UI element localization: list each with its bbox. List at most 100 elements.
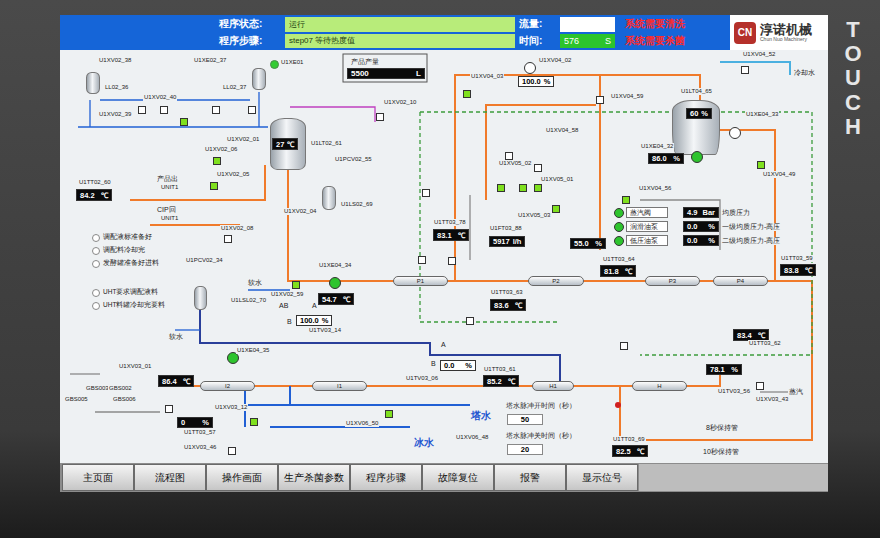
tag-label: U1XV02_38: [98, 57, 132, 64]
valve[interactable]: [250, 418, 258, 426]
value-display: 100.0%: [518, 76, 554, 87]
step-label: 程序步骤:: [215, 34, 285, 49]
nav-button[interactable]: 显示位号: [566, 464, 638, 491]
thermometer-icon: [615, 402, 621, 408]
tag-label: U1XV02_08: [220, 225, 254, 232]
nav-button[interactable]: 操作画面: [206, 464, 278, 491]
valve[interactable]: [534, 164, 542, 172]
reading-unit: %: [731, 365, 738, 374]
valve[interactable]: [138, 106, 146, 114]
pump[interactable]: [729, 127, 741, 139]
legend-item: UHT料罐冷却完要料: [92, 301, 165, 310]
valve[interactable]: [741, 66, 749, 74]
diagram-note: 8秒保持管: [705, 424, 739, 432]
nav-button[interactable]: 报警: [494, 464, 566, 491]
logo-name: 淳诺机械: [760, 23, 812, 37]
value-display: 83.8℃: [780, 264, 816, 276]
reading-value: 4.9: [687, 208, 697, 217]
valve[interactable]: [463, 90, 471, 98]
valve[interactable]: [552, 205, 560, 213]
valve[interactable]: [466, 317, 474, 325]
valve[interactable]: [292, 281, 300, 289]
tag-label: U1XV03_46: [183, 444, 217, 451]
nav-button[interactable]: 生产杀菌参数: [278, 464, 350, 491]
diagram-note: 产品出: [156, 175, 179, 183]
pipe: [130, 165, 265, 200]
valve[interactable]: [160, 106, 168, 114]
tag-label: U1TV03_06: [405, 375, 439, 382]
reading-value: 60: [690, 109, 698, 118]
legend-lamp: [92, 289, 100, 297]
valve[interactable]: [224, 235, 232, 243]
reading-unit: ℃: [101, 190, 108, 200]
header-spacer: [60, 17, 215, 48]
motor-status[interactable]: 低压油泵: [614, 235, 668, 246]
valve[interactable]: [422, 189, 430, 197]
reading-unit: %: [544, 77, 551, 86]
valve[interactable]: [757, 161, 765, 169]
reading-value: 86.0: [652, 154, 667, 163]
valve[interactable]: [505, 152, 513, 160]
legend-item: 发酵罐准备好进料: [92, 259, 159, 268]
tag-label: GBS003: [85, 385, 110, 392]
reading-value: 0.0: [444, 361, 454, 370]
tag-label: U1TV03_14: [308, 327, 342, 334]
pipe: [288, 170, 800, 281]
tag-label: U1FT03_88: [489, 225, 523, 232]
valve[interactable]: [213, 157, 221, 165]
valve[interactable]: [448, 257, 456, 265]
valve[interactable]: [212, 106, 220, 114]
value-display: 86.0%: [648, 153, 684, 164]
nav-button[interactable]: 流程图: [134, 464, 206, 491]
valve[interactable]: [180, 118, 188, 126]
tag-label: U1XV02_05: [216, 171, 250, 178]
valve[interactable]: [418, 256, 426, 264]
legend-lamp: [92, 302, 100, 310]
motor-status[interactable]: 蒸汽阀: [614, 207, 668, 218]
pump[interactable]: [329, 277, 341, 289]
heat-exchanger: P4: [713, 276, 768, 286]
status-field: 运行: [285, 17, 515, 32]
valve[interactable]: [596, 96, 604, 104]
tag-label: U1LS02_69: [340, 201, 374, 208]
nav-button[interactable]: 主页面: [62, 464, 134, 491]
pump[interactable]: [524, 62, 536, 74]
nav-button[interactable]: 故障复位: [422, 464, 494, 491]
valve[interactable]: [228, 447, 236, 455]
heat-exchanger: P1: [393, 276, 448, 286]
valve[interactable]: [756, 382, 764, 390]
valve[interactable]: [376, 113, 384, 121]
reading-unit: %: [465, 361, 472, 370]
valve[interactable]: [248, 106, 256, 114]
value-display: 4.9Bar: [683, 207, 719, 218]
valve[interactable]: [620, 342, 628, 350]
tag-label: U1XV02_04: [283, 208, 317, 215]
diagram-note: 二级均质压力-高压: [721, 237, 781, 245]
tag-label: U1XV04_03: [470, 73, 504, 80]
valve[interactable]: [385, 410, 393, 418]
tag-label: LL02_36: [104, 84, 129, 91]
pump[interactable]: [691, 151, 703, 163]
valve[interactable]: [165, 405, 173, 413]
tag-label: U1XV05_03: [517, 212, 551, 219]
nav-button[interactable]: 程序步骤: [350, 464, 422, 491]
valve[interactable]: [534, 184, 542, 192]
valve[interactable]: [622, 196, 630, 204]
reading-value: 83.4: [737, 331, 752, 340]
reading-unit: %: [322, 316, 329, 325]
reading-unit: ℃: [343, 294, 350, 304]
valve[interactable]: [519, 184, 527, 192]
valve[interactable]: [210, 182, 218, 190]
diagram-note: 冷却水: [793, 69, 816, 77]
valve[interactable]: [497, 184, 505, 192]
tag-label: U1XV04_52: [742, 51, 776, 58]
reading-value: 84.2: [80, 191, 95, 200]
tank: [86, 72, 100, 94]
motor-status[interactable]: 润滑油泵: [614, 221, 668, 232]
time-input[interactable]: 20: [507, 444, 543, 455]
nav-filler: [639, 464, 828, 491]
pipe: [175, 329, 200, 330]
pipe: [289, 386, 291, 405]
time-input[interactable]: 50: [507, 414, 543, 425]
diagram-note: 塔水: [470, 410, 492, 422]
